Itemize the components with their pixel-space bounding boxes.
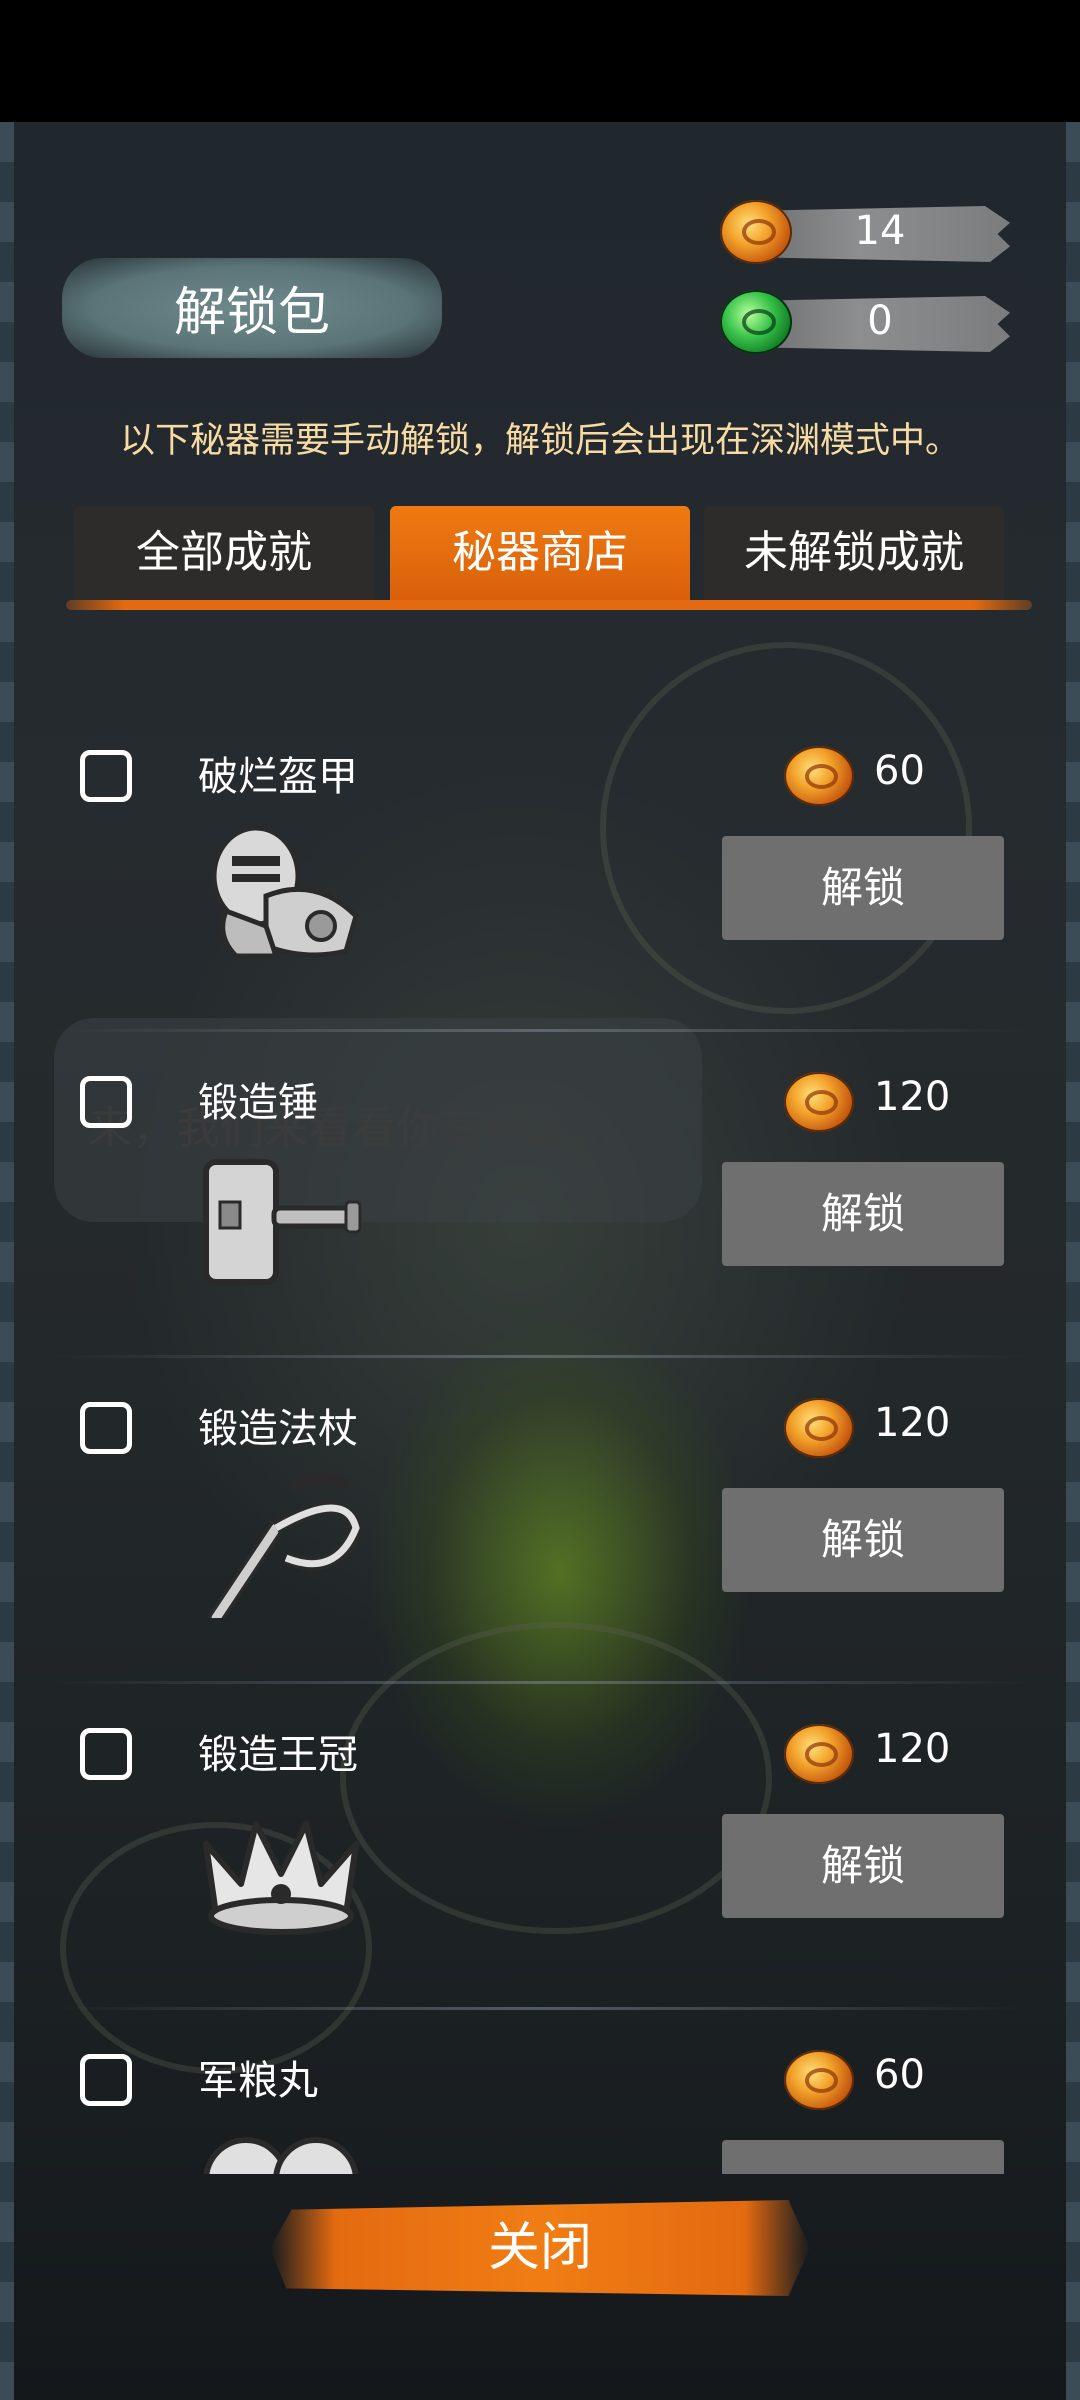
currency-orange: 14	[720, 190, 1010, 274]
unlock-button[interactable]: 解锁	[722, 836, 1004, 940]
item-checkbox[interactable]	[80, 1076, 132, 1128]
unlock-button[interactable]: 解锁	[722, 1488, 1004, 1592]
item-price: 120	[874, 1726, 951, 1772]
ration-pill-icon	[203, 2137, 359, 2174]
orange-gem-icon	[784, 1072, 854, 1132]
orange-gem-icon	[784, 746, 854, 806]
item-price: 60	[874, 748, 925, 794]
unlock-button[interactable]: 解锁	[722, 1814, 1004, 1918]
currency-value: 0	[867, 298, 893, 344]
tab-locked-achievements[interactable]: 未解锁成就	[704, 506, 1004, 600]
item-checkbox[interactable]	[80, 1402, 132, 1454]
currency-value: 14	[854, 208, 906, 254]
list-item: 锻造锤 120 解锁	[0, 1032, 1080, 1358]
list-item: 破烂盔甲 60 解锁	[0, 706, 1080, 1032]
unlock-button[interactable]: 解锁	[722, 1162, 1004, 1266]
list-item: 锻造王冠 120 解锁	[0, 1684, 1080, 2010]
tab-artifact-shop[interactable]: 秘器商店	[390, 506, 690, 600]
item-name: 锻造法杖	[198, 1406, 358, 1452]
item-name: 锻造锤	[198, 1080, 318, 1126]
description-text: 以下秘器需要手动解锁，解锁后会出现在深渊模式中。	[119, 421, 960, 461]
item-price: 120	[874, 1400, 951, 1446]
item-checkbox[interactable]	[80, 750, 132, 802]
item-name: 破烂盔甲	[198, 754, 358, 800]
armor-icon	[211, 825, 359, 959]
status-bar	[0, 0, 1080, 122]
close-button[interactable]: 关闭	[270, 2200, 810, 2296]
currency-green: 0	[720, 280, 1010, 364]
tab-all-achievements[interactable]: 全部成就	[74, 506, 374, 600]
orange-gem-icon	[784, 2050, 854, 2110]
tab-underline	[66, 600, 1032, 610]
item-checkbox[interactable]	[80, 2054, 132, 2106]
item-price: 120	[874, 1074, 951, 1120]
close-button-label: 关闭	[487, 2218, 592, 2278]
list-item: 军粮丸 60	[0, 2010, 1080, 2174]
orange-gem-icon	[784, 1398, 854, 1458]
green-gem-icon	[720, 290, 792, 354]
unlock-button[interactable]	[722, 2140, 1004, 2174]
orange-gem-icon	[720, 200, 792, 264]
tab-bar: 全部成就 秘器商店 未解锁成就	[74, 506, 1004, 600]
item-price: 60	[874, 2052, 925, 2098]
orange-gem-icon	[784, 1724, 854, 1784]
item-checkbox[interactable]	[80, 1728, 132, 1780]
crown-icon	[203, 1821, 359, 1935]
item-name: 锻造王冠	[198, 1732, 358, 1778]
item-name: 军粮丸	[198, 2058, 318, 2104]
page-title: 解锁包	[173, 283, 330, 343]
hammer-icon	[203, 1159, 362, 1285]
list-item: 锻造法杖 120 解锁	[0, 1358, 1080, 1684]
staff-icon	[208, 1473, 364, 1618]
